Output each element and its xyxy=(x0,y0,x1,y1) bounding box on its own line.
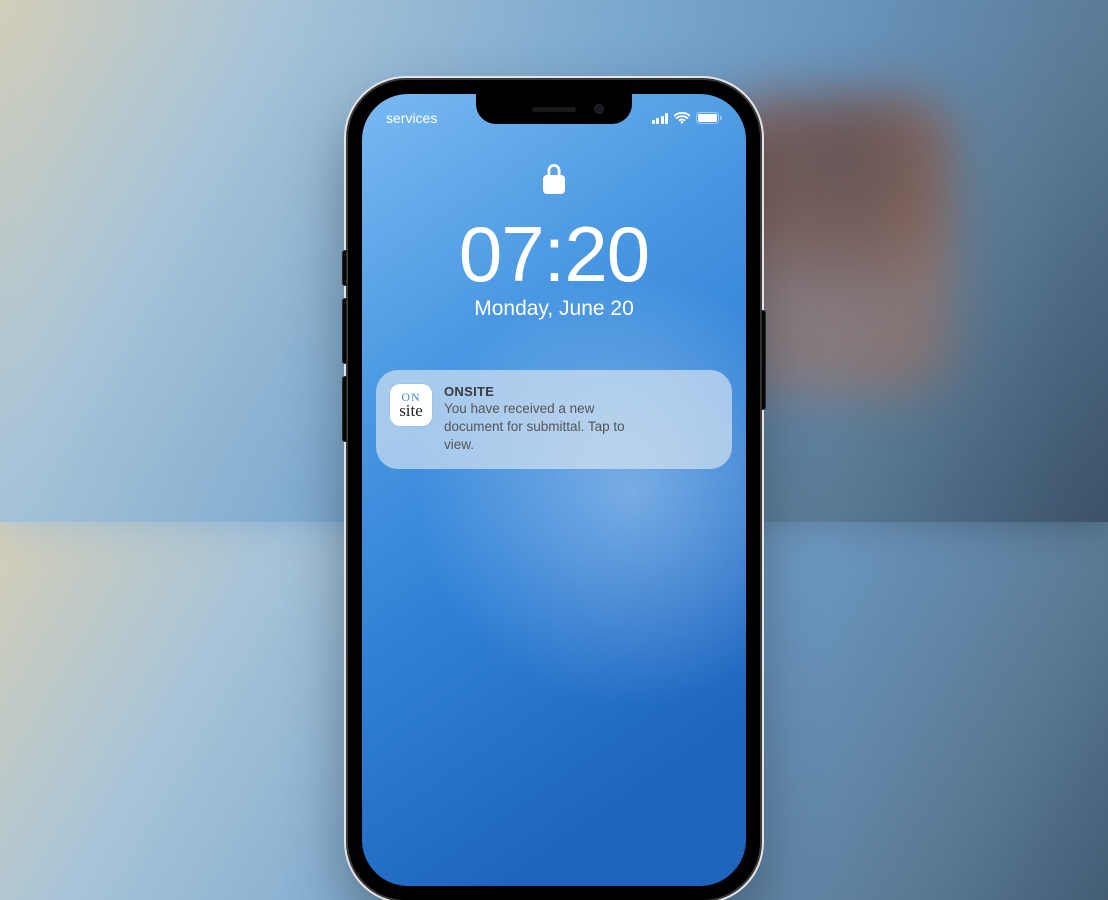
notification-message: You have received a new document for sub… xyxy=(444,400,644,455)
phone-frame: services 07:20 Mo xyxy=(348,80,760,900)
phone-power-button xyxy=(761,310,766,410)
battery-icon xyxy=(696,112,722,124)
cellular-signal-icon xyxy=(652,113,669,124)
notification-app-name: ONSITE xyxy=(444,384,718,399)
notification-app-icon: ON site xyxy=(390,384,432,426)
notification-card[interactable]: ON site ONSITE You have received a new d… xyxy=(376,370,732,469)
phone-speaker xyxy=(532,107,576,112)
phone-mute-switch xyxy=(342,250,347,286)
phone-volume-up xyxy=(342,298,347,364)
lock-screen-date: Monday, June 20 xyxy=(362,297,746,321)
promo-stage: services 07:20 Mo xyxy=(0,0,1108,522)
wifi-icon xyxy=(674,112,690,124)
phone-notch xyxy=(476,94,632,124)
carrier-label: services xyxy=(386,110,437,126)
phone-volume-down xyxy=(342,376,347,442)
lock-icon xyxy=(362,164,746,199)
lock-screen-area: 07:20 Monday, June 20 xyxy=(362,164,746,321)
phone-screen: services 07:20 Mo xyxy=(362,94,746,886)
status-right xyxy=(652,112,723,124)
app-icon-line2: site xyxy=(399,404,423,418)
lock-screen-time: 07:20 xyxy=(362,215,746,293)
notification-body: ONSITE You have received a new document … xyxy=(444,384,718,455)
phone-camera xyxy=(594,104,604,114)
